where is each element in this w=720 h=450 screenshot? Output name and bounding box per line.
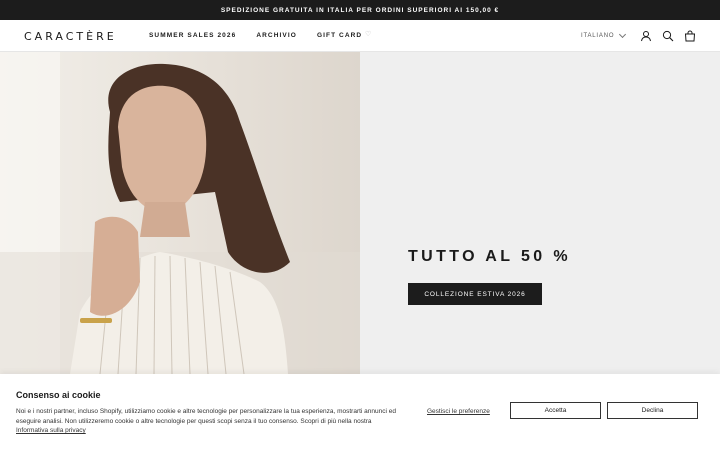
heart-icon[interactable]: ♡: [365, 30, 371, 38]
cookie-title: Consenso ai cookie: [16, 390, 101, 400]
hero-title: TUTTO AL 50 %: [408, 248, 572, 265]
hero-panel: TUTTO AL 50 % COLLEZIONE ESTIVA 2026: [360, 52, 720, 374]
hero-image: [0, 52, 360, 374]
announcement-bar: SPEDIZIONE GRATUITA IN ITALIA PER ORDINI…: [0, 0, 720, 20]
main-nav: SUMMER SALES 2026 ARCHIVIO GIFT CARD: [149, 32, 362, 39]
cookie-banner: Consenso ai cookie Noi e i nostri partne…: [0, 374, 720, 450]
logo[interactable]: CARACTÈRE: [24, 30, 117, 43]
bag-icon[interactable]: [684, 30, 696, 42]
cookie-text: Noi e i nostri partner, incluso Shopify,…: [16, 407, 396, 436]
cookie-description: Noi e i nostri partner, incluso Shopify,…: [16, 408, 396, 425]
nav-archivio[interactable]: ARCHIVIO: [256, 32, 297, 39]
accept-button[interactable]: Accetta: [510, 402, 601, 419]
user-icon[interactable]: [640, 30, 652, 42]
manage-preferences-link[interactable]: Gestisci le preferenze: [427, 408, 490, 415]
nav-summer-sales[interactable]: SUMMER SALES 2026: [149, 32, 236, 39]
nav-gift-card[interactable]: GIFT CARD: [317, 32, 362, 39]
decline-button[interactable]: Declina: [607, 402, 698, 419]
privacy-link[interactable]: Informativa sulla privacy: [16, 427, 86, 434]
language-selector[interactable]: ITALIANO: [581, 30, 627, 39]
site-header: CARACTÈRE SUMMER SALES 2026 ARCHIVIO GIF…: [0, 20, 720, 52]
collection-button[interactable]: COLLEZIONE ESTIVA 2026: [408, 283, 542, 305]
announcement-text: SPEDIZIONE GRATUITA IN ITALIA PER ORDINI…: [220, 6, 500, 14]
language-label: ITALIANO: [581, 33, 615, 39]
chevron-down-icon: [619, 30, 627, 39]
search-icon[interactable]: [662, 30, 674, 42]
model-photo: [0, 52, 360, 374]
